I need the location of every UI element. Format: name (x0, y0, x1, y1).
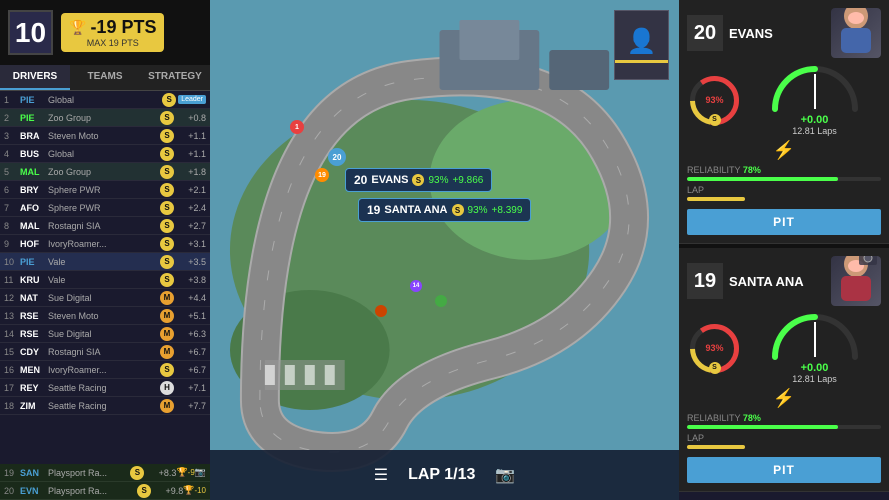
lap-display: LAP 1/13 (408, 466, 475, 484)
left-panel: 10 🏆 -19 PTS MAX 19 PTS DRIVERS TEAMS ST… (0, 0, 210, 500)
evans-tire: S (709, 114, 721, 126)
driver-row[interactable]: 2 PIE Zoo Group S +0.8 (0, 109, 210, 127)
santaana-lightning: ⚡ (687, 388, 881, 409)
evans-laps: 12.81 Laps (792, 126, 837, 136)
santaana-name: SANTA ANA (729, 274, 825, 289)
driver-row[interactable]: 16 MEN IvoryRoamer... S +6.7 (0, 361, 210, 379)
driver-row[interactable]: 9 HOF IvoryRoamer... S +3.1 (0, 235, 210, 253)
driver-row[interactable]: 14 RSE Sue Digital M +6.3 (0, 325, 210, 343)
evans-lightning: ⚡ (687, 140, 881, 161)
santaana-speed: +0.00 (801, 362, 829, 374)
driver-list: 1 PIE Global S Leader 2 PIE Zoo Group S … (0, 91, 210, 464)
menu-icon[interactable]: ☰ (374, 465, 388, 485)
evans-lap-indicator (687, 197, 745, 201)
car-marker-a: 14 (410, 280, 422, 292)
evans-pct: 93% (705, 95, 723, 105)
car-marker-20: 20 (328, 148, 346, 166)
driver-row[interactable]: 7 AFO Sphere PWR S +2.4 (0, 199, 210, 217)
santaana-tire: S (709, 362, 721, 374)
santaana-lap-indicator (687, 445, 745, 449)
driver-row[interactable]: 6 BRY Sphere PWR S +2.1 (0, 181, 210, 199)
track-svg (210, 0, 679, 500)
santaana-fuel-gauge: 93% S (687, 321, 742, 376)
evans-num: 20 (687, 15, 723, 51)
callout-evans-name: EVANS (371, 174, 408, 186)
bottom-row-evn[interactable]: 20 EVN Playsport Ra... S +9.8 🏆 -10 (0, 482, 210, 500)
driver-row[interactable]: 13 RSE Steven Moto M +5.1 (0, 307, 210, 325)
evans-pit-button[interactable]: PIT (687, 209, 881, 235)
santaana-lap-bar: LAP (687, 433, 881, 449)
driver-row[interactable]: 11 KRU Vale S +3.8 (0, 271, 210, 289)
bottom-row-san[interactable]: 19 SAN Playsport Ra... S +8.3 🏆 -9 📷 (0, 464, 210, 482)
right-panel: 20 EVANS 93% S (679, 0, 889, 500)
pts-value: -19 PTS (90, 17, 156, 38)
tab-strategy[interactable]: STRATEGY (140, 65, 210, 90)
top-bar: 10 🏆 -19 PTS MAX 19 PTS (0, 0, 210, 65)
driver-row[interactable]: 3 BRA Steven Moto S +1.1 (0, 127, 210, 145)
evans-fuel-gauge: 93% S (687, 73, 742, 128)
car-marker-19: 19 (315, 168, 329, 182)
santaana-pit-button[interactable]: PIT (687, 457, 881, 483)
lap-text: LAP 1/13 (408, 466, 475, 484)
santaana-laps: 12.81 Laps (792, 374, 837, 384)
tab-drivers[interactable]: DRIVERS (0, 65, 70, 90)
pts-main: 🏆 -19 PTS (69, 17, 156, 38)
trophy-icon: 🏆 (69, 19, 86, 36)
callout-evans[interactable]: 20 EVANS S 93% +9.866 (345, 168, 492, 192)
nav-tabs: DRIVERS TEAMS STRATEGY (0, 65, 210, 91)
driver-row[interactable]: 4 BUS Global S +1.1 (0, 145, 210, 163)
tab-teams[interactable]: TEAMS (70, 65, 140, 90)
evans-speed-gauge: +0.00 12.81 Laps (748, 64, 881, 136)
pts-sub: MAX 19 PTS (87, 38, 139, 48)
driver-card-santaana: 19 SANTA ANA (679, 248, 889, 492)
camera-button[interactable]: 📷 (495, 465, 515, 485)
driver-row[interactable]: 15 CDY Rostagni SIA M +6.7 (0, 343, 210, 361)
callout-santaana-name: SANTA ANA (384, 204, 447, 216)
driver-row[interactable]: 12 NAT Sue Digital M +4.4 (0, 289, 210, 307)
evans-avatar (831, 8, 881, 58)
position-badge: 10 (8, 10, 53, 55)
car-marker-b (435, 295, 447, 307)
pts-box: 🏆 -19 PTS MAX 19 PTS (61, 13, 164, 52)
callout-santaana[interactable]: 19 SANTA ANA S 93% +8.399 (358, 198, 531, 222)
santaana-speed-gauge: +0.00 12.81 Laps (748, 312, 881, 384)
santaana-reliability: RELIABILITY 78% (687, 413, 881, 429)
evans-reliability: RELIABILITY 78% (687, 165, 881, 181)
evans-speed: +0.00 (801, 114, 829, 126)
santaana-num: 19 (687, 263, 723, 299)
driver-row[interactable]: 18 ZIM Seattle Racing M +7.7 (0, 397, 210, 415)
driver-row[interactable]: 1 PIE Global S Leader (0, 91, 210, 109)
santaana-rel-bar (687, 425, 838, 429)
bottom-rows: 19 SAN Playsport Ra... S +8.3 🏆 -9 📷 20 … (0, 464, 210, 500)
evans-name: EVANS (729, 26, 825, 41)
driver-row[interactable]: 5 MAL Zoo Group S +1.8 (0, 163, 210, 181)
bottom-bar: ☰ LAP 1/13 📷 (210, 450, 679, 500)
track-area: 20 19 1 14 👤 20 EVANS S 93% +9.866 19 SA… (210, 0, 679, 500)
santaana-pct: 93% (705, 343, 723, 353)
driver-row[interactable]: 17 REY Seattle Racing H +7.1 (0, 379, 210, 397)
driver-row[interactable]: 8 MAL Rostagni SIA S +2.7 (0, 217, 210, 235)
driver-card-evans: 20 EVANS 93% S (679, 0, 889, 244)
driver-row[interactable]: 10 PIE Vale S +3.5 (0, 253, 210, 271)
evans-rel-bar (687, 177, 838, 181)
evans-lap-bar: LAP (687, 185, 881, 201)
santaana-avatar (831, 256, 881, 306)
car-marker-c (375, 305, 387, 317)
unknown-driver-portrait: 👤 (614, 10, 669, 80)
car-marker-1: 1 (290, 120, 304, 134)
